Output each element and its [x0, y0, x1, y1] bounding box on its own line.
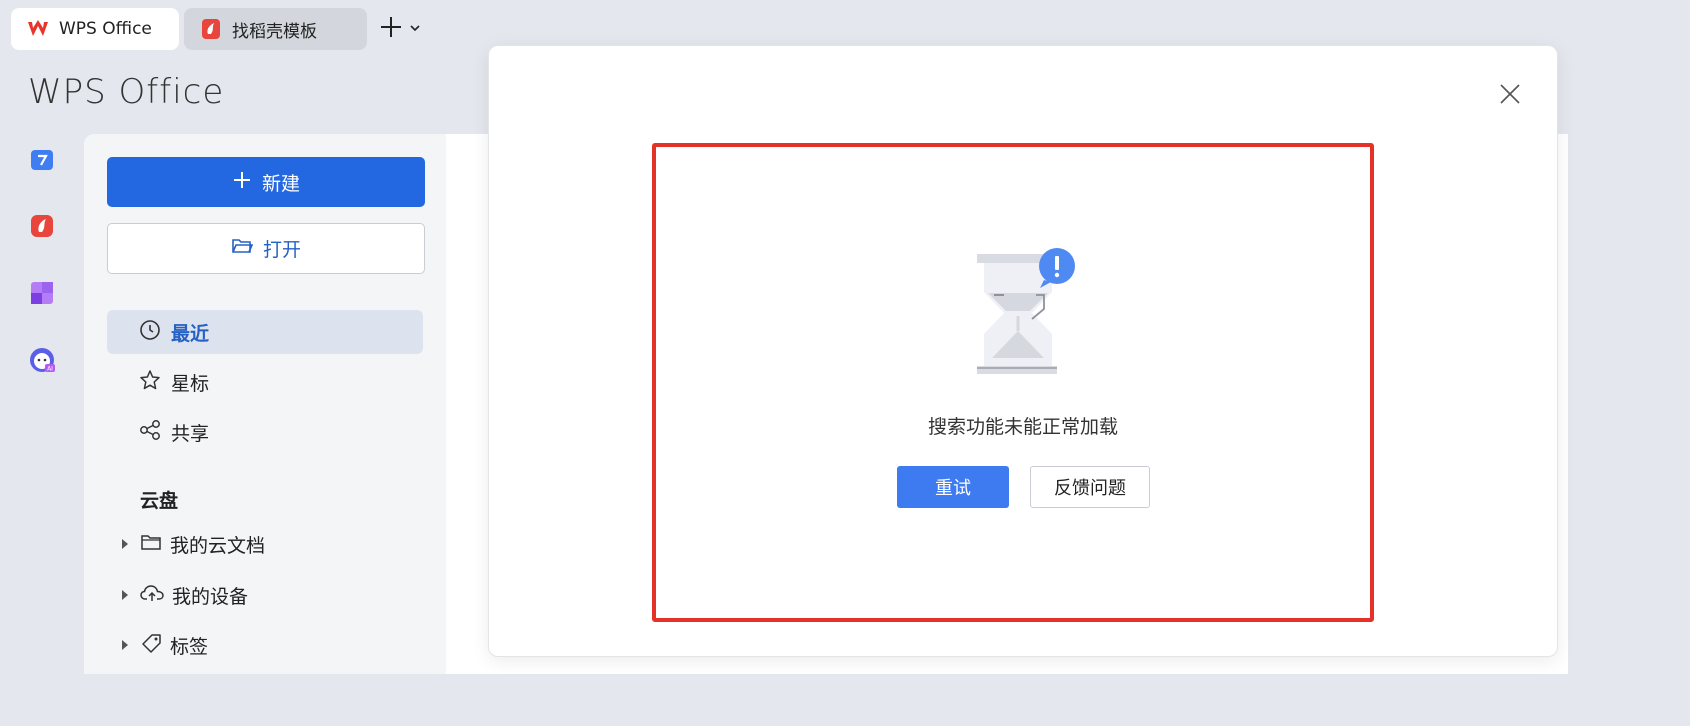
feedback-button-label: 反馈问题: [1054, 478, 1126, 499]
brand-title: WPS Office: [28, 72, 225, 112]
content-edge: [1558, 134, 1568, 674]
close-icon[interactable]: [1498, 82, 1522, 106]
apps-app-icon[interactable]: [28, 279, 56, 307]
nav-item-recent[interactable]: 最近: [107, 310, 423, 354]
tree-item-label: 标签: [170, 635, 209, 658]
retry-button-label: 重试: [935, 478, 971, 499]
retry-button[interactable]: 重试: [897, 466, 1009, 508]
cloud-section-title: 云盘: [140, 490, 179, 512]
tree-item-my-devices[interactable]: 我的设备: [118, 580, 248, 610]
tab-label: WPS Office: [59, 19, 152, 39]
svg-text:AI: AI: [47, 366, 53, 373]
tree-item-label: 我的设备: [172, 585, 249, 608]
error-highlight-box: [652, 143, 1374, 622]
star-icon: [139, 369, 161, 396]
docer-app-icon[interactable]: [28, 212, 56, 240]
caret-right-icon[interactable]: [118, 538, 132, 550]
docer-logo-icon: [200, 18, 222, 40]
nav-item-label: 最近: [171, 322, 210, 345]
tab-docer-templates[interactable]: 找稻壳模板: [184, 8, 367, 50]
tab-label: 找稻壳模板: [232, 21, 317, 42]
plus-icon[interactable]: [378, 14, 404, 44]
new-tab-button[interactable]: [378, 14, 422, 44]
nav-item-starred[interactable]: 星标: [107, 360, 423, 404]
feedback-button[interactable]: 反馈问题: [1030, 466, 1150, 508]
ai-assistant-icon[interactable]: AI: [28, 346, 56, 374]
share-icon: [139, 419, 161, 446]
tree-item-my-cloud-docs[interactable]: 我的云文档: [118, 529, 265, 559]
error-message: 搜索功能未能正常加载: [927, 416, 1118, 438]
wps-logo-icon: [27, 18, 49, 40]
chevron-down-icon[interactable]: [408, 20, 422, 39]
caret-right-icon[interactable]: [118, 639, 132, 651]
nav-item-label: 星标: [171, 372, 210, 395]
tab-wps-office[interactable]: WPS Office: [11, 8, 179, 50]
plus-icon: [232, 170, 252, 195]
new-button-label: 新建: [261, 172, 300, 195]
tree-item-tags[interactable]: 标签: [118, 630, 208, 660]
tree-item-label: 我的云文档: [170, 534, 266, 557]
tag-icon: [140, 633, 162, 658]
new-button[interactable]: 新建: [107, 157, 425, 207]
hourglass-warning-icon: [968, 246, 1080, 380]
nav-item-label: 共享: [171, 422, 210, 445]
cloud-upload-icon: [140, 583, 164, 608]
open-button[interactable]: 打开: [107, 223, 425, 274]
folder-open-icon: [231, 236, 254, 261]
clock-icon: [139, 319, 161, 346]
folder-icon: [140, 532, 162, 557]
open-button-label: 打开: [262, 239, 301, 261]
nav-item-shared[interactable]: 共享: [107, 410, 423, 454]
caret-right-icon[interactable]: [118, 589, 132, 601]
docs-app-icon[interactable]: [28, 146, 56, 174]
